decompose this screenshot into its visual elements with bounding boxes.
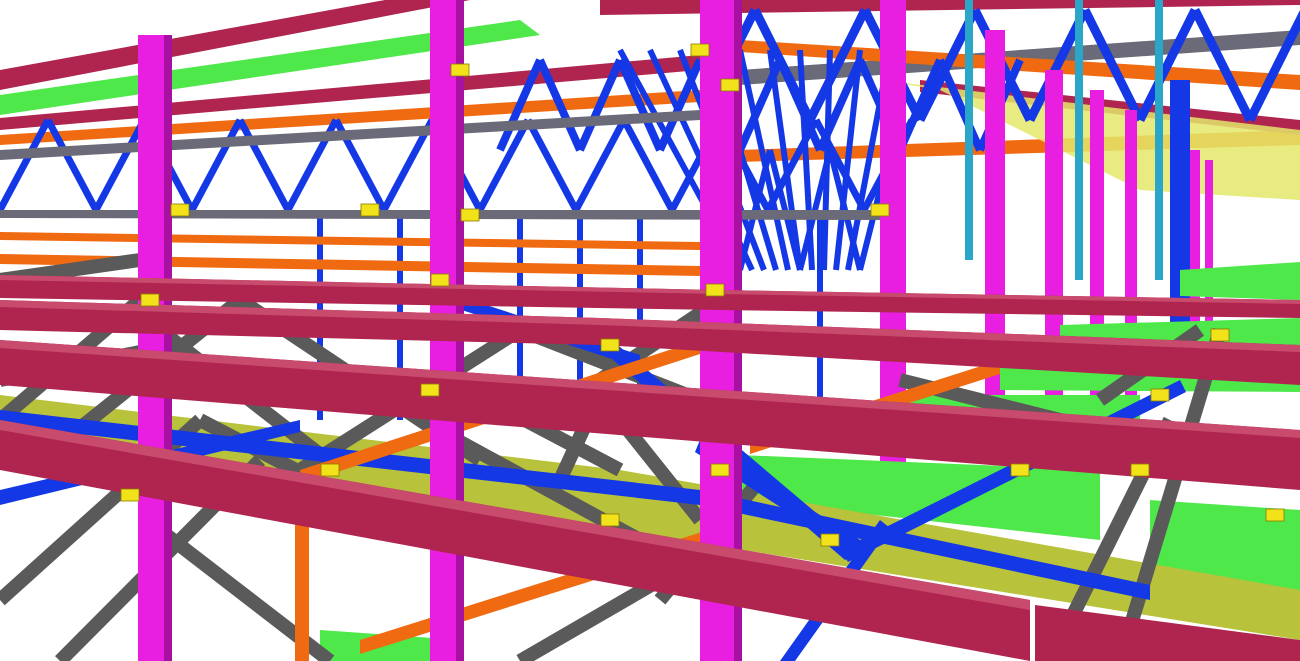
steel-column-shade (164, 35, 172, 661)
steel-column (138, 35, 164, 661)
steel-model-render (0, 0, 1300, 661)
connection-plate (360, 203, 380, 217)
hanger-rod (1075, 0, 1083, 280)
connection-plate (720, 78, 740, 92)
connection-plate (1265, 508, 1285, 522)
connection-plate (1150, 388, 1170, 402)
connection-plate (710, 463, 730, 477)
connection-plate (170, 203, 190, 217)
connection-plate (140, 293, 160, 307)
connection-plate (690, 43, 710, 57)
steel-model-viewport (0, 0, 1300, 661)
steel-column (1190, 150, 1200, 350)
connection-plate (320, 463, 340, 477)
connection-plate (1130, 463, 1150, 477)
connection-plate (820, 533, 840, 547)
connection-plate (450, 63, 470, 77)
connection-plate (600, 338, 620, 352)
connection-plate (430, 273, 450, 287)
connection-plate (460, 208, 480, 222)
connection-plate (1010, 463, 1030, 477)
connection-plate (600, 513, 620, 527)
connection-plate (1210, 328, 1230, 342)
hanger-rod (1155, 0, 1163, 280)
connection-plate (420, 383, 440, 397)
connection-plate (870, 203, 890, 217)
hanger-rod (965, 0, 973, 260)
connection-plate (705, 283, 725, 297)
connection-plate (120, 488, 140, 502)
